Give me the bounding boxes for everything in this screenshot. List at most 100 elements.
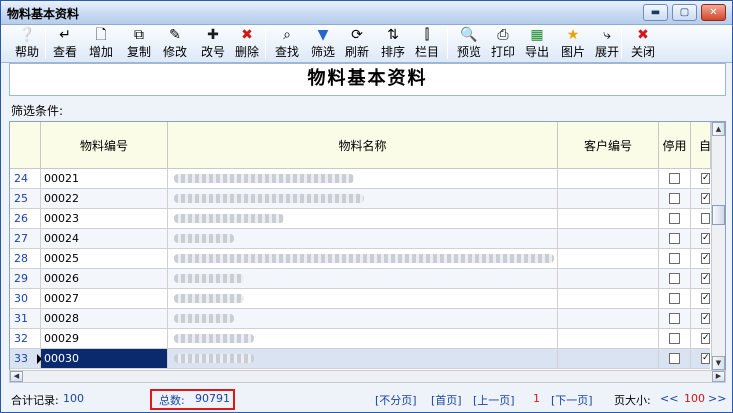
self-checkbox[interactable]: ✓ [701,253,710,264]
first-page-link[interactable]: [首页] [431,392,462,408]
vertical-scrollbar[interactable]: ▲ ▼ [711,122,725,370]
column-header-name[interactable]: 物料名称 [168,122,558,169]
material-code-cell[interactable]: 00029 [41,329,168,348]
table-row[interactable]: 28 00025 ✓ [10,249,710,269]
self-checkbox[interactable]: ✓ [701,173,710,184]
toolbar-button-help[interactable]: ❔ 帮助 [11,26,43,62]
self-checkbox[interactable]: ✓ [701,313,710,324]
material-code-cell[interactable]: 00024 [41,229,168,248]
toolbar-button-enter[interactable]: ↵ 查看 [49,26,81,62]
table-row[interactable]: 33 00030 ✓ [10,349,710,369]
disabled-checkbox[interactable] [669,313,680,324]
scroll-up-icon[interactable]: ▲ [712,122,725,136]
material-name-cell[interactable] [168,169,558,188]
self-checkbox[interactable]: ✓ [701,293,710,304]
disabled-checkbox[interactable] [669,353,680,364]
maximize-button[interactable]: ▢ [672,4,697,21]
disabled-checkbox[interactable] [669,233,680,244]
self-checkbox[interactable]: ✓ [701,233,710,244]
disabled-checkbox[interactable] [669,273,680,284]
toolbar-button-refresh[interactable]: ⟳ 刷新 [341,26,373,62]
toolbar-button-copy[interactable]: ⧉ 复制 [123,26,155,62]
prev-page-link[interactable]: [上一页] [473,392,515,408]
customer-code-cell[interactable] [558,289,659,308]
no-paging-link[interactable]: [不分页] [375,392,417,408]
material-code-cell[interactable]: 00022 [41,189,168,208]
self-checkbox[interactable]: ✓ [701,193,710,204]
material-name-cell[interactable] [168,189,558,208]
customer-code-cell[interactable] [558,269,659,288]
toolbar-button-plus[interactable]: ✚ 改号 [197,26,229,62]
column-header-customer[interactable]: 客户编号 [558,122,659,169]
table-row[interactable]: 30 00027 ✓ [10,289,710,309]
toolbar-button-print[interactable]: ⎙ 打印 [487,26,519,62]
toolbar-button-star[interactable]: ★ 图片 [557,26,589,62]
customer-code-cell[interactable] [558,249,659,268]
table-row[interactable]: 31 00028 ✓ [10,309,710,329]
toolbar-button-filter[interactable]: ▼ 筛选 [307,26,339,62]
next-page-link[interactable]: [下一页] [551,392,593,408]
scroll-right-icon[interactable]: ▶ [712,371,725,382]
customer-code-cell[interactable] [558,209,659,228]
disabled-checkbox[interactable] [669,333,680,344]
table-row[interactable]: 29 00026 ✓ [10,269,710,289]
toolbar-button-expand[interactable]: ⤷ 展开 [591,26,623,62]
disabled-checkbox[interactable] [669,193,680,204]
scroll-left-icon[interactable]: ◀ [10,371,23,382]
scroll-thumb[interactable] [712,205,725,225]
material-code-cell[interactable]: 00021 [41,169,168,188]
material-code-cell[interactable]: 00025 [41,249,168,268]
material-code-cell[interactable]: 00026 [41,269,168,288]
disabled-checkbox[interactable] [669,213,680,224]
disabled-checkbox[interactable] [669,293,680,304]
material-name-cell[interactable] [168,229,558,248]
toolbar-button-binoculars[interactable]: ⌕ 查找 [271,26,303,62]
column-header-self[interactable]: 自 [691,122,711,169]
page-size-decrease[interactable]: << [660,392,678,405]
table-row[interactable]: 27 00024 ✓ [10,229,710,249]
self-checkbox[interactable]: ✓ [701,273,710,284]
customer-code-cell[interactable] [558,309,659,328]
toolbar-button-excel[interactable]: ▦ 导出 [521,26,553,62]
disabled-checkbox[interactable] [669,253,680,264]
material-code-cell[interactable]: 00028 [41,309,168,328]
material-name-cell[interactable] [168,209,558,228]
toolbar-button-delete[interactable]: ✖ 删除 [231,26,263,62]
close-window-button[interactable]: ✕ [701,4,726,21]
toolbar-button-sort[interactable]: ⇅ 排序 [377,26,409,62]
horizontal-scrollbar[interactable]: ◀ ▶ [9,370,726,383]
toolbar-button-columns[interactable]: ⫿ 栏目 [411,26,443,62]
page-size-increase[interactable]: >> [708,392,726,405]
material-name-cell[interactable] [168,269,558,288]
self-checkbox[interactable]: ✓ [701,353,710,364]
toolbar-button-edit[interactable]: ✎ 修改 [159,26,191,62]
toolbar-button-close[interactable]: ✖ 关闭 [627,26,659,62]
table-row[interactable]: 25 00022 ✓ [10,189,710,209]
customer-code-cell[interactable] [558,229,659,248]
customer-code-cell[interactable] [558,349,659,368]
material-code-cell[interactable]: 00027 [41,289,168,308]
material-name-cell[interactable] [168,249,558,268]
customer-code-cell[interactable] [558,329,659,348]
toolbar-button-preview[interactable]: 🔍 预览 [453,26,485,62]
self-checkbox[interactable]: ✓ [701,333,710,344]
material-name-cell[interactable] [168,309,558,328]
customer-code-cell[interactable] [558,189,659,208]
material-name-cell[interactable] [168,329,558,348]
column-header-disabled[interactable]: 停用 [659,122,691,169]
material-code-cell[interactable]: 00030 [41,349,168,368]
customer-code-cell[interactable] [558,169,659,188]
column-header-code[interactable]: 物料编号 [41,122,168,169]
table-row[interactable]: 32 00029 ✓ [10,329,710,349]
material-name-cell[interactable] [168,349,558,368]
table-row[interactable]: 24 00021 ✓ [10,169,710,189]
self-checkbox[interactable] [701,213,710,224]
minimize-button[interactable]: ▬ [643,4,668,21]
table-row[interactable]: 26 00023 [10,209,710,229]
row-number: 26 [10,209,41,228]
toolbar-button-new-document[interactable]: 🗋 增加 [85,26,117,62]
material-name-cell[interactable] [168,289,558,308]
scroll-down-icon[interactable]: ▼ [712,356,725,370]
material-code-cell[interactable]: 00023 [41,209,168,228]
disabled-checkbox[interactable] [669,173,680,184]
